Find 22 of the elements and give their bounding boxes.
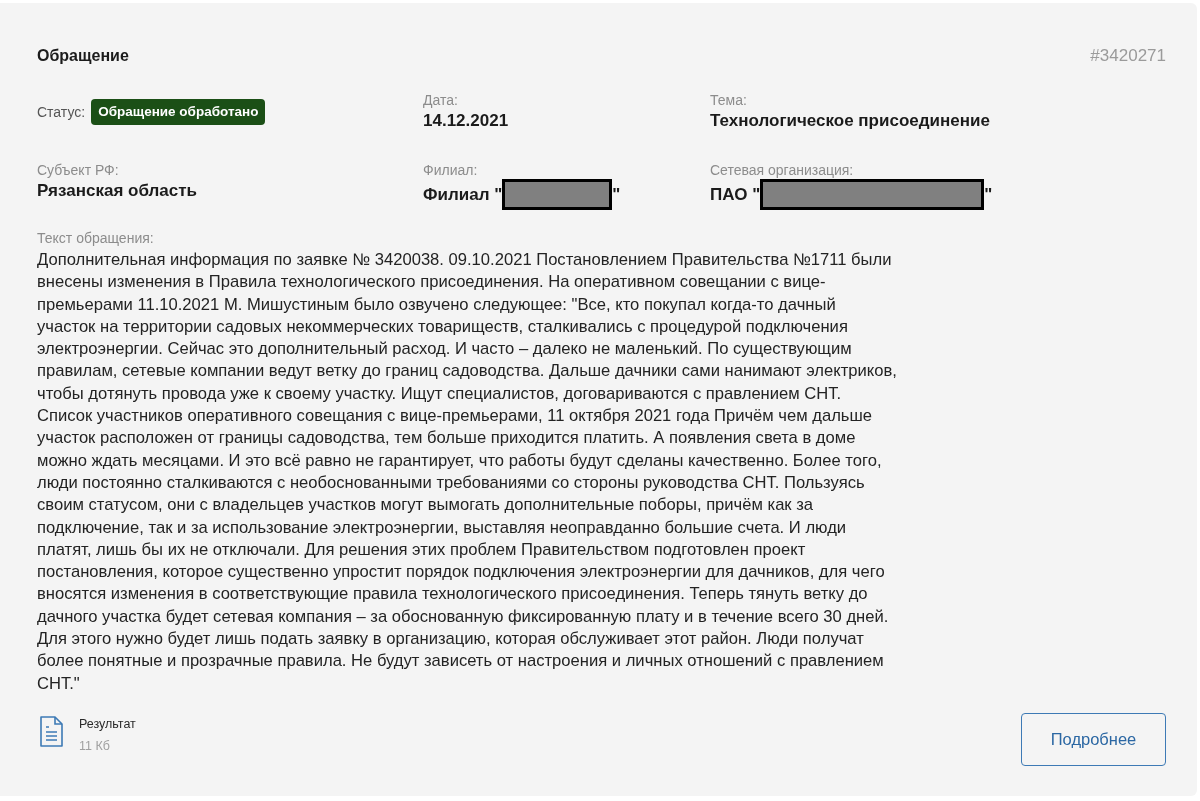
field-value: Филиал " bbox=[423, 183, 503, 206]
message-label: Текст обращения: bbox=[37, 229, 155, 247]
field-value: 14.12.2021 bbox=[423, 110, 509, 132]
field-label: Филиал: bbox=[423, 161, 478, 179]
details-button[interactable]: Подробнее bbox=[1021, 712, 1166, 766]
attachment-name[interactable]: Результат bbox=[79, 715, 136, 732]
field-label: Сетевая организация: bbox=[710, 161, 854, 179]
message-text: Дополнительная информация по заявке № 3420038. 09.10.2021 Постановлением Правительства №1711 были внесены изменения в Правила технологического присоединения. На оперативном совещании с вице-премьерами 11.10.2021 М. Мишустиным было озвучено следующее: "Все, кто покупал когда-то дачный участок на территории садовых некоммерческих товариществ, сталкивались с процедурой подключения электроэнергии. Сейчас это дополнительный расход. И часто – далеко не маленький. По существующим правилам, сетевые компании ведут ветку до границ садоводства. Дальше дачники сами нанимают электриков, чтобы дотянуть провода уже к своему участку. Ищут специалистов, договариваются с правлением СНТ. Список участников оперативного совещания с вице-премьерами, 11 октября 2021 года Причём чем дальше участок расположен от границы садоводства, тем больше приходится платить. А появления света в доме можно ждать месяцами. И это всё равно не гарантирует, что работы будут сделаны качественно. Более того, люди постоянно сталкиваются с необоснованными требованиями со стороны руководства СНТ. Пользуясь своим статусом, они с владельцев участков могут вымогать дополнительные поборы, причём как за подключение, так и за использование электроэнергии, выставляя неоправданно большие счета. И люди платят, лишь бы их не отключали. Для решения этих проблем Правительством подготовлен проект постановления, которое существенно упростит порядок подключения электроэнергии для дачников, для чего вносятся изменения в соответствующие правила технологического присоединения. Теперь тянуть ветку до дачного участка будет сетевая компания – за обоснованную фиксированную плату и в течение всего 30 дней. Для этого нужно будет лишь подать заявку в организацию, которая обслуживает этот район. Люди получат более понятные и прозрачные правила. Не будут зависеть от настроения и личных отношений с правлением СНТ." bbox=[37, 249, 897, 695]
card-title: Обращение bbox=[37, 47, 129, 65]
field-value: ПАО " bbox=[710, 183, 761, 206]
request-number: #3420271 bbox=[1090, 46, 1166, 66]
status-badge: Обращение обработано bbox=[91, 99, 266, 125]
field-value: Рязанская область bbox=[37, 180, 197, 202]
closing-quote: " bbox=[984, 183, 993, 206]
document-icon bbox=[40, 715, 63, 747]
field-label: Субъект РФ: bbox=[37, 161, 119, 179]
field-label: Тема: bbox=[710, 91, 747, 109]
field-value: Технологическое присоединение bbox=[710, 110, 990, 132]
field-label: Статус: bbox=[37, 103, 86, 121]
attachment-size: 11 Кб bbox=[79, 737, 111, 754]
closing-quote: " bbox=[612, 183, 621, 206]
field-label: Дата: bbox=[423, 91, 458, 109]
